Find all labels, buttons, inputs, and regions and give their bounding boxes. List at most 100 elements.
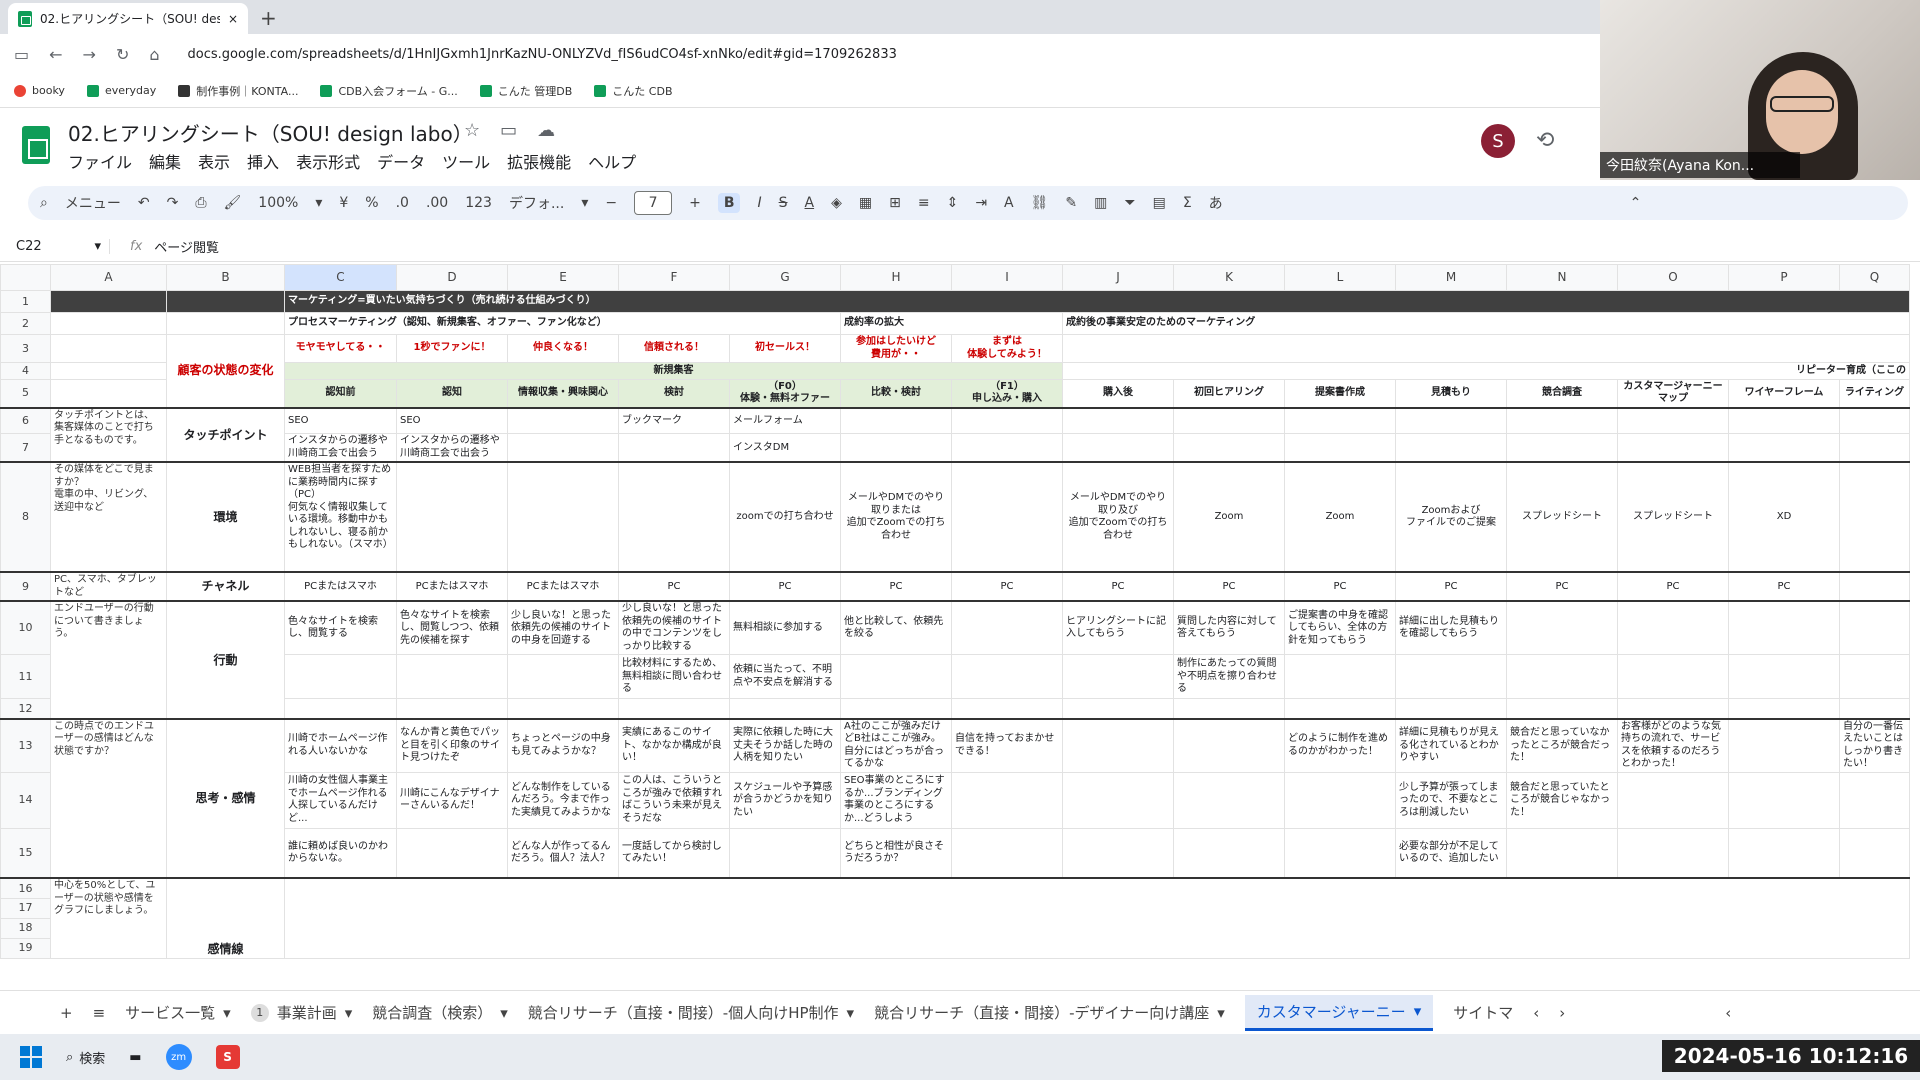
cell[interactable] (166, 312, 285, 335)
cell[interactable] (1506, 698, 1618, 720)
cell[interactable] (1728, 827, 1840, 879)
cell[interactable] (1839, 461, 1910, 573)
stage-cell[interactable]: 提案書作成 (1284, 378, 1396, 409)
scroll-tabs-left-icon[interactable]: ‹ (1533, 1004, 1539, 1022)
graph-label[interactable]: 感情線 (166, 877, 285, 959)
row-header[interactable]: 6 (0, 407, 51, 435)
cell[interactable]: PCまたはスマホ (284, 571, 397, 602)
cell[interactable] (50, 312, 167, 335)
graph-note[interactable]: 中心を50%として、ユーザーの状態や感情をグラフにしましょう。 (50, 877, 167, 959)
row-header[interactable]: 12 (0, 698, 51, 720)
cell[interactable] (1173, 771, 1285, 829)
cell[interactable] (166, 290, 285, 313)
menu-extensions[interactable]: 拡張機能 (507, 149, 571, 173)
text-wrap-icon[interactable]: ⇥ (975, 195, 987, 211)
cell[interactable]: 無料相談に参加する (729, 600, 841, 656)
cell[interactable] (1062, 654, 1174, 700)
cell[interactable]: SEO (284, 407, 397, 435)
menu-tools[interactable]: ツール (442, 149, 490, 173)
cell[interactable]: ちょっとページの中身も見てみようかな？ (507, 718, 619, 773)
sheets-logo-icon[interactable] (22, 126, 50, 164)
chevron-down-icon[interactable]: ▾ (581, 195, 588, 211)
bookmark-cdb-form[interactable]: CDB入会フォーム - G... (320, 83, 458, 99)
input-tools-button[interactable]: あ (1209, 193, 1223, 213)
cell[interactable]: 競合だと思っていたところが競合じゃなかった！ (1506, 771, 1618, 829)
cell[interactable] (840, 654, 952, 700)
cell[interactable]: インスタDM (729, 433, 841, 463)
row-header[interactable]: 1 (0, 290, 51, 313)
avatar[interactable]: S (1481, 124, 1515, 158)
cell[interactable] (1839, 600, 1910, 656)
collapse-toolbar-icon[interactable]: ⌃ (1630, 195, 1642, 211)
cell[interactable]: A社のここが強みだけどB社はここが強み。自分にはどっちが合ってるかな (840, 718, 952, 773)
forward-icon[interactable]: → (83, 45, 96, 64)
cell[interactable]: 比較材料にするため、無料相談に問い合わせる (618, 654, 730, 700)
environment-note[interactable]: その媒体をどこで見ますか？ 電車の中、リビング、送迎中など (50, 461, 167, 573)
stage-cell[interactable]: カスタマージャーニー マップ (1617, 378, 1729, 409)
browser-tab[interactable]: 02.ヒアリングシート（SOU! design l × (8, 3, 248, 34)
decrease-decimal-button[interactable]: .0 (396, 195, 409, 211)
cell[interactable]: メールやDMでのやり取りまたは 追加でZoomでの打ち合わせ (840, 461, 952, 573)
cell[interactable]: PC (729, 571, 841, 602)
cell[interactable] (1728, 698, 1840, 720)
cell[interactable]: 制作にあたっての質問や不明点を擦り合わせる (1173, 654, 1285, 700)
customer-state-label[interactable]: 顧客の状態の変化 (166, 333, 285, 409)
cell[interactable] (507, 407, 619, 435)
windows-start-icon[interactable] (20, 1046, 42, 1068)
action-label[interactable]: 行動 (166, 600, 285, 720)
cell[interactable]: 色々なサイトを検索し、閲覧する (284, 600, 397, 656)
cell[interactable] (1284, 407, 1396, 435)
print-icon[interactable]: ⎙ (195, 195, 206, 211)
new-tab-button[interactable]: + (260, 6, 277, 30)
stage-cell[interactable]: 認知 (396, 378, 508, 409)
menu-format[interactable]: 表示形式 (296, 149, 360, 173)
cell[interactable] (507, 461, 619, 573)
close-tab-icon[interactable]: × (228, 12, 238, 26)
col-header[interactable]: D (396, 264, 508, 291)
document-title[interactable]: 02.ヒアリングシート（SOU! design labo） (68, 118, 473, 147)
stage-cell[interactable]: 比較・検討 (840, 378, 952, 409)
cell[interactable] (951, 654, 1063, 700)
chevron-down-icon[interactable]: ▾ (315, 195, 322, 211)
thought-note[interactable]: この時点でのエンドユーザーの感情はどんな状態ですか？ (50, 718, 167, 879)
cell[interactable] (1395, 654, 1507, 700)
cell[interactable] (951, 433, 1063, 463)
cell[interactable] (1617, 827, 1729, 879)
stage-cell[interactable]: ワイヤーフレーム (1728, 378, 1840, 409)
increase-decimal-button[interactable]: .00 (426, 195, 448, 211)
zoom-app-icon[interactable]: zm (165, 1044, 192, 1070)
cell[interactable]: 質問した内容に対して答えてもらう (1173, 600, 1285, 656)
bookmark-everyday[interactable]: everyday (86, 84, 156, 97)
cell[interactable]: インスタからの遷移や川崎商工会で出会う (284, 433, 397, 463)
home-icon[interactable]: ⌂ (149, 45, 159, 64)
new-customer-cell[interactable]: 新規集客 (284, 362, 1063, 380)
vertical-align-icon[interactable]: ⇕ (947, 195, 959, 211)
cell[interactable] (1173, 718, 1285, 773)
cell[interactable]: どんな制作をしているんだろう。今まで作った実績見てみようかな (507, 771, 619, 829)
cell[interactable]: どんな人が作ってるんだろう。個人？法人？ (507, 827, 619, 879)
state-cell[interactable]: モヤモヤしてる・・ (284, 334, 397, 363)
cell[interactable] (1617, 407, 1729, 435)
corner-cell[interactable] (0, 264, 51, 291)
cell[interactable] (951, 407, 1063, 435)
cell[interactable] (1284, 698, 1396, 720)
cell[interactable]: PC (1062, 571, 1174, 602)
scroll-tabs-right-icon[interactable]: › (1559, 1004, 1565, 1022)
row-header[interactable]: 19 (0, 937, 51, 959)
app-icon[interactable]: S (215, 1045, 240, 1069)
cell[interactable]: ヒアリングシートに記入してもらう (1062, 600, 1174, 656)
cell[interactable]: お客様がどのような気持ちの流れで、サービスを依頼するのだろうとわかった！ (1617, 718, 1729, 773)
menu-view[interactable]: 表示 (198, 149, 230, 173)
functions-icon[interactable]: Σ (1183, 195, 1192, 211)
cell[interactable] (1062, 771, 1174, 829)
row-header[interactable]: 2 (0, 312, 51, 335)
bookmark-konta-db[interactable]: こんた 管理DB (479, 83, 572, 99)
cell[interactable]: PCまたはスマホ (396, 571, 508, 602)
stage-cell[interactable]: 見積もり (1395, 378, 1507, 409)
tab-customer-journey[interactable]: カスタマージャーニー ▾ (1244, 994, 1434, 1031)
cell[interactable] (1284, 827, 1396, 879)
cell[interactable]: 自分の一番伝えたいことはしっかり書きたい！ (1839, 718, 1910, 773)
cell[interactable] (1728, 433, 1840, 463)
tab-competitor-search[interactable]: 競合調査（検索） ▾ (372, 1002, 508, 1023)
stage-cell[interactable]: 検討 (618, 378, 730, 409)
